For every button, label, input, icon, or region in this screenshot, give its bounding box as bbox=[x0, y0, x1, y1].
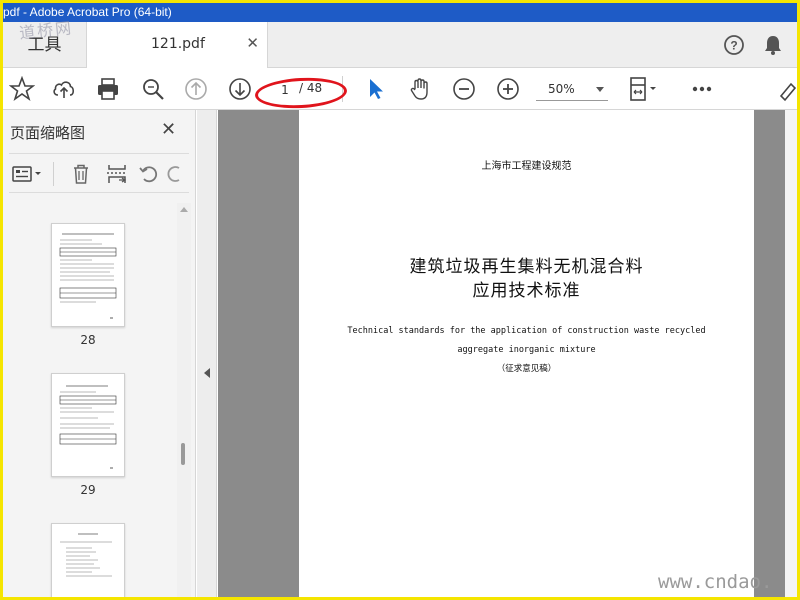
delete-icon[interactable] bbox=[69, 162, 93, 186]
zoom-out-icon[interactable] bbox=[451, 76, 477, 102]
tab-document[interactable]: 121.pdf ✕ bbox=[87, 22, 268, 69]
rotate-left-icon[interactable] bbox=[137, 162, 161, 186]
select-arrow-icon[interactable] bbox=[363, 76, 389, 102]
page-up-icon[interactable] bbox=[183, 76, 209, 102]
thumbnail-options-icon[interactable] bbox=[11, 162, 45, 186]
thumbnail-preview bbox=[59, 385, 117, 469]
english-title-line2: aggregate inorganic mixture bbox=[457, 345, 596, 355]
zoom-in-icon[interactable] bbox=[495, 76, 521, 102]
toolbar: 1 / 48 50% bbox=[3, 68, 797, 110]
tab-bar: 工具 121.pdf ✕ ? bbox=[3, 22, 797, 69]
thumbnail-preview bbox=[60, 533, 112, 577]
help-icon[interactable]: ? bbox=[723, 34, 745, 56]
zoom-level-value: 50% bbox=[548, 82, 575, 96]
svg-text:?: ? bbox=[730, 39, 737, 53]
thumbnail-page-number: 28 bbox=[80, 333, 96, 347]
chevron-down-icon bbox=[596, 87, 604, 92]
notifications-bell-icon[interactable] bbox=[763, 34, 783, 56]
more-icon[interactable] bbox=[689, 76, 715, 102]
thumbnail-scrollbar[interactable] bbox=[177, 203, 191, 597]
document-title-line2: 应用技术标准 bbox=[472, 281, 581, 301]
app-window: pdf - Adobe Acrobat Pro (64-bit) 工具 121.… bbox=[3, 3, 797, 597]
zoom-search-icon[interactable] bbox=[140, 76, 166, 102]
cloud-upload-icon[interactable] bbox=[51, 76, 77, 102]
document-title-line1: 建筑垃圾再生集料无机混合料 bbox=[409, 257, 644, 277]
close-panel-icon[interactable]: ✕ bbox=[161, 119, 176, 140]
hand-tool-icon[interactable] bbox=[407, 76, 433, 102]
title-bar: pdf - Adobe Acrobat Pro (64-bit) bbox=[3, 3, 797, 22]
collapse-left-icon[interactable] bbox=[204, 368, 210, 378]
extract-pages-icon[interactable] bbox=[105, 162, 129, 186]
scrollbar-thumb[interactable] bbox=[181, 443, 185, 465]
watermark-url: www.cndao. bbox=[658, 571, 773, 593]
right-scroll-area bbox=[755, 110, 797, 597]
thumbnail-page-number: 29 bbox=[80, 483, 96, 497]
document-header: 上海市工程建设规范 bbox=[481, 161, 572, 172]
pdf-page: 上海市工程建设规范 建筑垃圾再生集料无机混合料 应用技术标准 Technical… bbox=[299, 110, 754, 597]
page-thumbnail[interactable] bbox=[51, 373, 125, 477]
document-viewer[interactable]: 上海市工程建设规范 建筑垃圾再生集料无机混合料 应用技术标准 Technical… bbox=[218, 110, 755, 597]
right-panel-edge[interactable] bbox=[785, 110, 797, 597]
page-thumbnail[interactable] bbox=[51, 223, 125, 327]
window-title: pdf - Adobe Acrobat Pro (64-bit) bbox=[3, 5, 172, 19]
zoom-level-select[interactable]: 50% bbox=[536, 77, 608, 101]
draft-note: （征求意见稿） bbox=[496, 364, 557, 374]
print-icon[interactable] bbox=[95, 76, 121, 102]
panel-toolbar bbox=[9, 153, 189, 193]
page-thumbnail[interactable] bbox=[51, 523, 125, 597]
rotate-right-icon[interactable] bbox=[167, 162, 185, 186]
thumbnail-list: 28 29 bbox=[9, 203, 177, 597]
thumbnails-panel: 页面缩略图 ✕ 28 29 bbox=[3, 110, 196, 597]
panel-title: 页面缩略图 bbox=[10, 124, 86, 142]
close-tab-icon[interactable]: ✕ bbox=[246, 34, 259, 52]
panel-collapse-strip[interactable] bbox=[197, 110, 217, 597]
tab-document-label: 121.pdf bbox=[151, 36, 205, 52]
star-icon[interactable] bbox=[9, 76, 35, 102]
panel-toolbar-divider bbox=[53, 162, 54, 186]
scroll-up-icon[interactable] bbox=[180, 207, 188, 212]
english-title-line1: Technical standards for the application … bbox=[347, 326, 706, 336]
thumbnail-preview bbox=[59, 233, 117, 319]
fit-page-icon[interactable] bbox=[627, 76, 661, 102]
sign-pen-icon[interactable] bbox=[779, 76, 797, 102]
page-down-icon[interactable] bbox=[227, 76, 253, 102]
